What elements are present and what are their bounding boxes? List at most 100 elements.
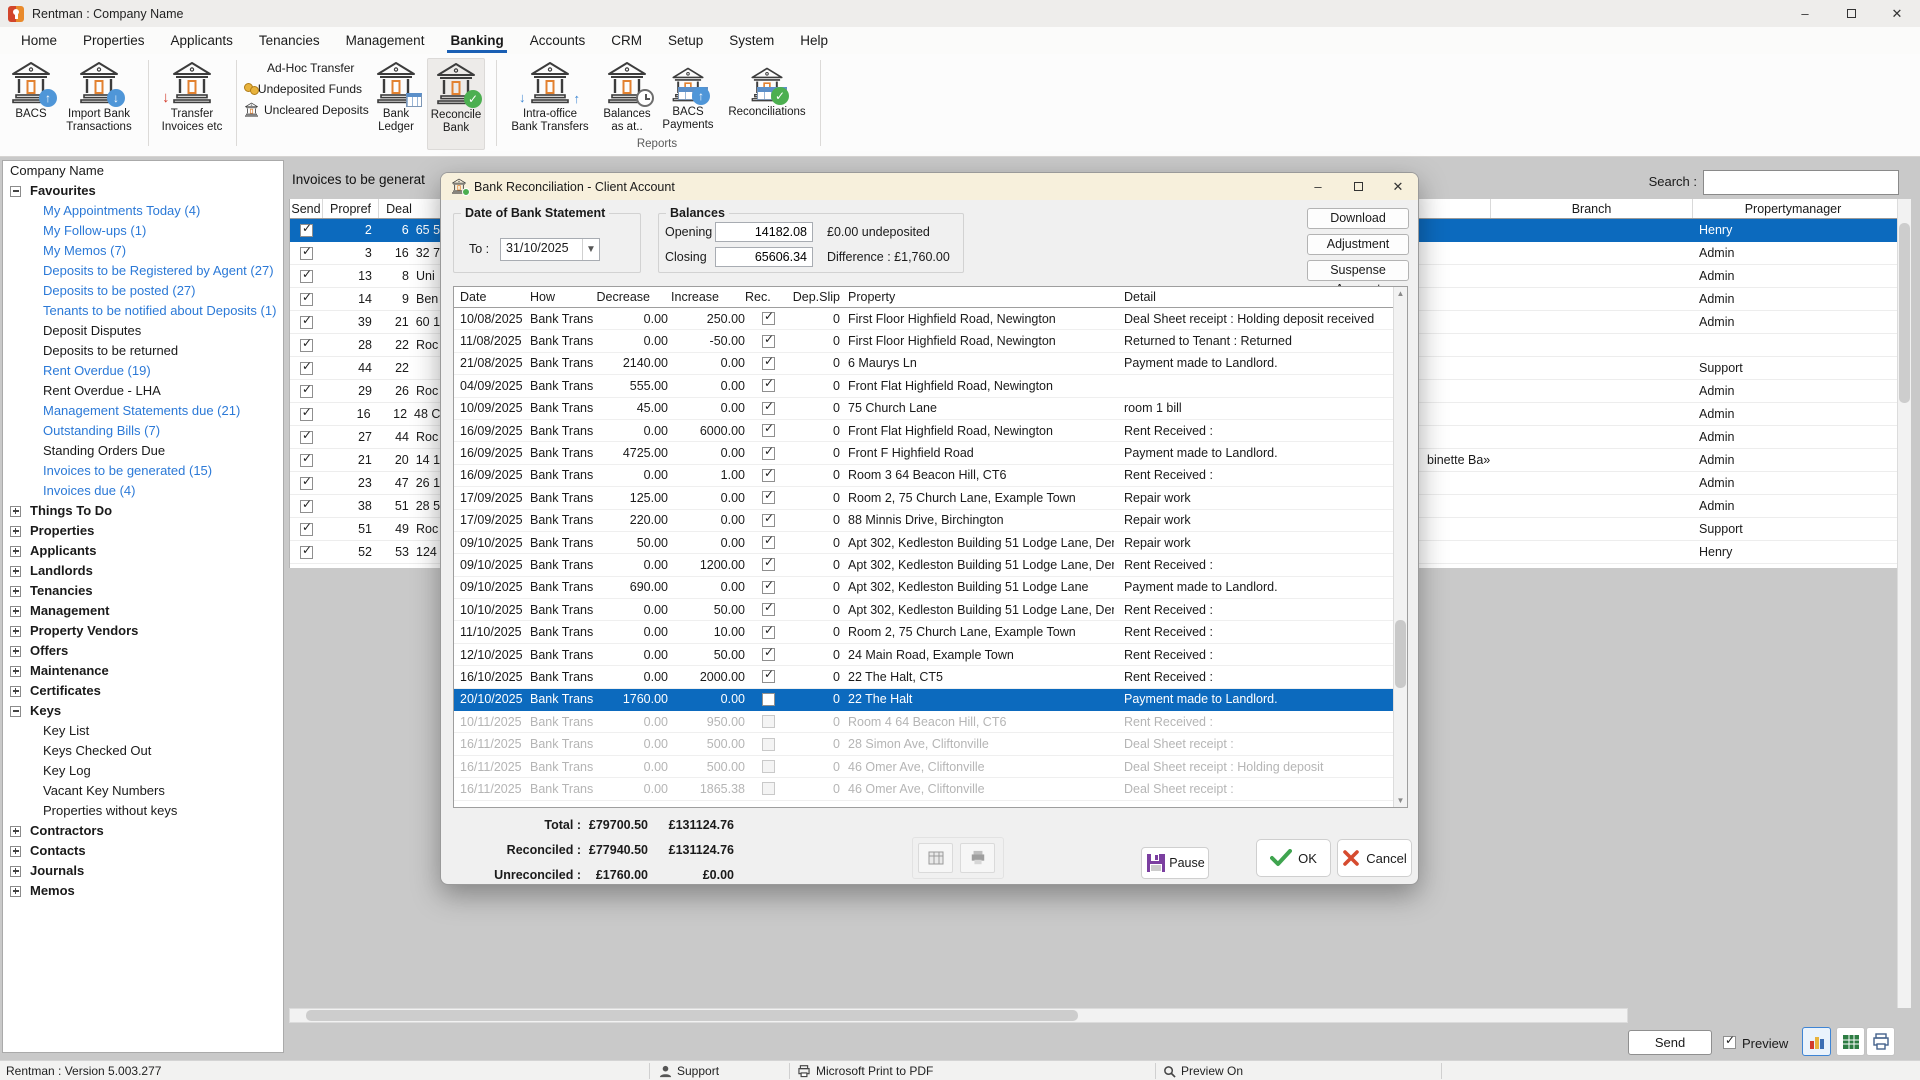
collapse-icon[interactable] [10, 186, 21, 197]
reconciled-checkbox[interactable] [762, 312, 775, 325]
column-header-depslip[interactable]: Dep.Slip [792, 287, 840, 307]
expand-icon[interactable] [10, 606, 21, 617]
adjustment-button[interactable]: Adjustment [1307, 234, 1409, 255]
sidebar-item-applicants[interactable]: Applicants [3, 541, 283, 561]
sidebar-item-invoices-due-4[interactable]: Invoices due (4) [3, 481, 283, 501]
menu-system[interactable]: System [716, 27, 787, 54]
scroll-up-arrow-icon[interactable]: ▲ [1394, 287, 1407, 300]
transaction-row[interactable]: 10/10/2025Bank Trans0.0050.000Apt 302, K… [454, 599, 1407, 621]
invoice-row[interactable]: 2665 5 [290, 219, 440, 242]
invoice-row[interactable]: Admin [1419, 265, 1897, 288]
reconciled-checkbox[interactable] [762, 379, 775, 392]
export-grid-button[interactable] [918, 843, 953, 873]
invoice-row[interactable]: 385128 5 [290, 495, 440, 518]
column-header-detail[interactable]: Detail [1114, 287, 1407, 307]
column-header-increase[interactable]: Increase [668, 287, 745, 307]
column-header-propref[interactable]: Propref [323, 199, 379, 218]
send-checkbox[interactable] [300, 339, 313, 352]
menu-accounts[interactable]: Accounts [517, 27, 599, 54]
bacs-button[interactable]: ↑ BACS [8, 58, 54, 150]
invoice-row[interactable]: Admin [1419, 495, 1897, 518]
expand-icon[interactable] [10, 506, 21, 517]
transaction-row[interactable]: 10/09/2025Bank Trans45.000.00075 Church … [454, 398, 1407, 420]
reconciled-checkbox[interactable] [762, 715, 775, 728]
invoice-row[interactable]: 212014 1 [290, 449, 440, 472]
invoice-row[interactable]: 31632 7 [290, 242, 440, 265]
transaction-row[interactable]: 16/10/2025Bank Trans0.002000.00022 The H… [454, 666, 1407, 688]
sidebar-item-deposit-disputes[interactable]: Deposit Disputes [3, 321, 283, 341]
transaction-row[interactable]: 09/10/2025Bank Trans0.001200.000Apt 302,… [454, 554, 1407, 576]
sidebar-item-vacant-key-numbers[interactable]: Vacant Key Numbers [3, 781, 283, 801]
reconciled-checkbox[interactable] [762, 335, 775, 348]
expand-icon[interactable] [10, 586, 21, 597]
chevron-down-icon[interactable]: ▼ [582, 239, 599, 260]
send-checkbox[interactable] [300, 247, 313, 260]
sidebar-item-journals[interactable]: Journals [3, 861, 283, 881]
column-header-property[interactable]: Property [840, 287, 1114, 307]
expand-icon[interactable] [10, 886, 21, 897]
window-minimize-button[interactable]: – [1782, 0, 1828, 27]
send-checkbox[interactable] [300, 500, 313, 513]
search-input[interactable] [1703, 170, 1899, 195]
grid-vertical-scrollbar[interactable] [1897, 199, 1911, 1008]
transaction-row[interactable]: 16/11/2025Bank Trans0.00500.00046 Omer A… [454, 756, 1407, 778]
transaction-row[interactable]: 16/11/2025Bank Trans0.001865.38046 Omer … [454, 778, 1407, 800]
reconciled-checkbox[interactable] [762, 693, 775, 706]
column-header-send[interactable]: Send [290, 199, 323, 218]
invoice-row[interactable]: Henry [1419, 541, 1897, 564]
invoice-row[interactable]: 4422 [290, 357, 440, 380]
window-close-button[interactable]: ✕ [1874, 0, 1920, 27]
invoice-row[interactable]: 2744Roc [290, 426, 440, 449]
dialog-close-button[interactable]: ✕ [1378, 173, 1418, 200]
sidebar-item-outstanding-bills-7[interactable]: Outstanding Bills (7) [3, 421, 283, 441]
send-button[interactable]: Send [1628, 1030, 1712, 1055]
menu-tenancies[interactable]: Tenancies [246, 27, 333, 54]
menu-management[interactable]: Management [333, 27, 438, 54]
send-checkbox[interactable] [300, 408, 313, 421]
intra-office-bank-transfers-button[interactable]: ↓ ↑ Intra-office Bank Transfers [506, 58, 594, 150]
preview-on-status[interactable]: Preview On [1163, 1061, 1243, 1080]
sidebar-item-keys[interactable]: Keys [3, 701, 283, 721]
ok-button[interactable]: OK [1256, 839, 1331, 877]
sidebar-item-invoices-to-be-generated-15[interactable]: Invoices to be generated (15) [3, 461, 283, 481]
dialog-minimize-button[interactable]: – [1298, 173, 1338, 200]
send-checkbox[interactable] [300, 454, 313, 467]
sidebar-item-landlords[interactable]: Landlords [3, 561, 283, 581]
transaction-row[interactable]: 09/10/2025Bank Trans690.000.000Apt 302, … [454, 577, 1407, 599]
reconciled-checkbox[interactable] [762, 558, 775, 571]
undeposited-funds-button[interactable]: Undeposited Funds [244, 79, 362, 99]
support-status[interactable]: Support [659, 1061, 719, 1080]
reconciled-checkbox[interactable] [762, 626, 775, 639]
column-header-date[interactable]: Date [454, 287, 530, 307]
send-checkbox[interactable] [300, 362, 313, 375]
statement-date-combobox[interactable]: 31/10/2025 ▼ [500, 238, 600, 261]
balances-as-at-button[interactable]: Balances as at.. [598, 58, 656, 150]
invoice-row[interactable]: 2822Roc [290, 334, 440, 357]
reconciled-checkbox[interactable] [762, 447, 775, 460]
collapse-icon[interactable] [10, 706, 21, 717]
transaction-row[interactable]: 10/11/2025Bank Trans0.00950.000Room 4 64… [454, 711, 1407, 733]
invoice-row[interactable]: Admin [1419, 288, 1897, 311]
reconciled-checkbox[interactable] [762, 536, 775, 549]
dialog-maximize-button[interactable] [1338, 173, 1378, 200]
reconcile-bank-button[interactable]: ✓ Reconcile Bank [427, 58, 485, 150]
transaction-row[interactable]: 21/08/2025Bank Trans2140.000.0006 Maurys… [454, 353, 1407, 375]
send-checkbox[interactable] [300, 385, 313, 398]
uncleared-deposits-button[interactable]: Uncleared Deposits [244, 100, 362, 120]
suspense-account-button[interactable]: Suspense Account [1307, 260, 1409, 281]
sidebar-item-things-to-do[interactable]: Things To Do [3, 501, 283, 521]
default-printer-status[interactable]: Microsoft Print to PDF [797, 1061, 933, 1080]
expand-icon[interactable] [10, 666, 21, 677]
send-checkbox[interactable] [300, 270, 313, 283]
invoice-row[interactable]: Admin [1419, 380, 1897, 403]
invoice-row[interactable]: 161248 C [290, 403, 440, 426]
bacs-payments-button[interactable]: ↑ BACS Payments [660, 58, 716, 150]
invoice-row[interactable]: Admin [1419, 426, 1897, 449]
invoice-row[interactable]: 5149Roc [290, 518, 440, 541]
download-button[interactable]: Download [1307, 208, 1409, 229]
expand-icon[interactable] [10, 846, 21, 857]
transaction-row[interactable]: 12/10/2025Bank Trans0.0050.00024 Main Ro… [454, 644, 1407, 666]
transaction-row[interactable]: 17/09/2025Bank Trans125.000.000Room 2, 7… [454, 487, 1407, 509]
reconciled-checkbox[interactable] [762, 648, 775, 661]
transaction-row[interactable]: 11/10/2025Bank Trans0.0010.000Room 2, 75… [454, 621, 1407, 643]
